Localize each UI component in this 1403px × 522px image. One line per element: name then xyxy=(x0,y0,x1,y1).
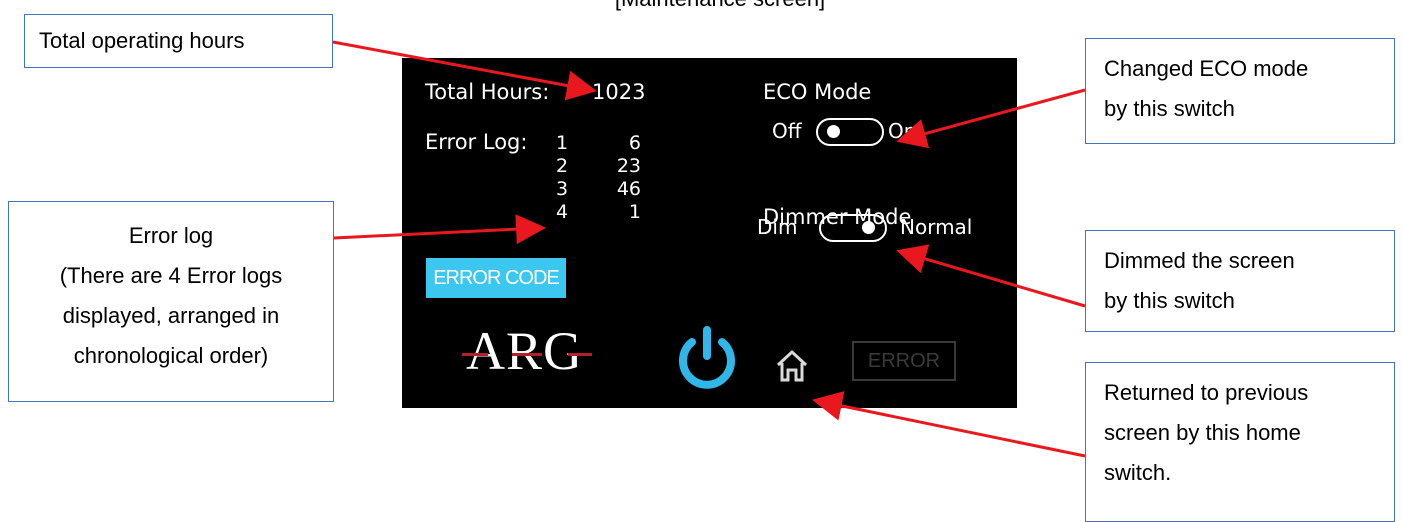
error-button[interactable]: ERROR xyxy=(852,341,956,381)
error-log-count: 6 xyxy=(628,132,641,154)
callout-line: by this switch xyxy=(1104,96,1235,121)
eco-mode-label: ECO Mode xyxy=(763,80,872,104)
toggle-knob xyxy=(862,221,875,234)
logo-stripe xyxy=(568,353,592,356)
error-log-index: 3 xyxy=(556,178,569,200)
dimmer-dim-label: Dim xyxy=(757,215,798,239)
home-icon[interactable] xyxy=(775,348,809,384)
eco-mode-toggle[interactable] xyxy=(816,118,884,146)
dimmer-normal-label: Normal xyxy=(900,215,973,239)
error-log-index: 4 xyxy=(556,201,569,223)
error-log-count: 23 xyxy=(616,155,641,177)
callout-line: switch. xyxy=(1104,460,1172,485)
screen-caption: [Maintenance screen] xyxy=(490,0,950,12)
eco-off-label: Off xyxy=(772,119,802,143)
callout-line: Total operating hours xyxy=(39,28,245,53)
callout-line: chronological order) xyxy=(73,343,269,368)
total-hours-label: Total Hours: xyxy=(425,80,550,104)
callout-dimmer-mode: Dimmed the screen by this switch xyxy=(1085,230,1395,332)
error-log-count: 46 xyxy=(616,178,641,200)
error-log-index: 2 xyxy=(556,155,569,177)
callout-error-log: Error log (There are 4 Error logs displa… xyxy=(8,201,334,402)
error-log-index: 1 xyxy=(556,132,569,154)
error-log-count: 1 xyxy=(628,201,641,223)
logo-stripe xyxy=(462,353,488,356)
error-code-button[interactable]: ERROR CODE xyxy=(426,258,566,298)
dimmer-mode-toggle[interactable] xyxy=(819,214,887,242)
logo-text: ARG xyxy=(466,321,584,381)
callout-line: Dimmed the screen xyxy=(1104,248,1295,273)
callout-eco-mode: Changed ECO mode by this switch xyxy=(1085,38,1395,144)
callout-line: screen by this home xyxy=(1104,420,1301,445)
eco-on-label: On xyxy=(888,119,917,143)
callout-line: Changed ECO mode xyxy=(1104,56,1309,81)
arrow-home-switch xyxy=(812,391,1086,458)
callout-total-operating-hours: Total operating hours xyxy=(24,14,333,68)
logo-stripe xyxy=(512,353,542,356)
callout-line: Error log xyxy=(128,223,214,248)
callout-line: displayed, arranged in xyxy=(62,303,280,328)
callout-line: (There are 4 Error logs xyxy=(59,263,283,288)
power-icon[interactable] xyxy=(672,324,742,394)
maintenance-screen: Total Hours: 1023 Error Log: 1 6 2 23 3 … xyxy=(402,58,1017,408)
toggle-knob xyxy=(827,125,840,138)
callout-line: Returned to previous xyxy=(1104,380,1309,405)
error-log-label: Error Log: xyxy=(425,130,528,154)
callout-home-switch: Returned to previous screen by this home… xyxy=(1085,362,1395,522)
total-hours-value: 1023 xyxy=(592,80,646,104)
callout-line: by this switch xyxy=(1104,288,1235,313)
